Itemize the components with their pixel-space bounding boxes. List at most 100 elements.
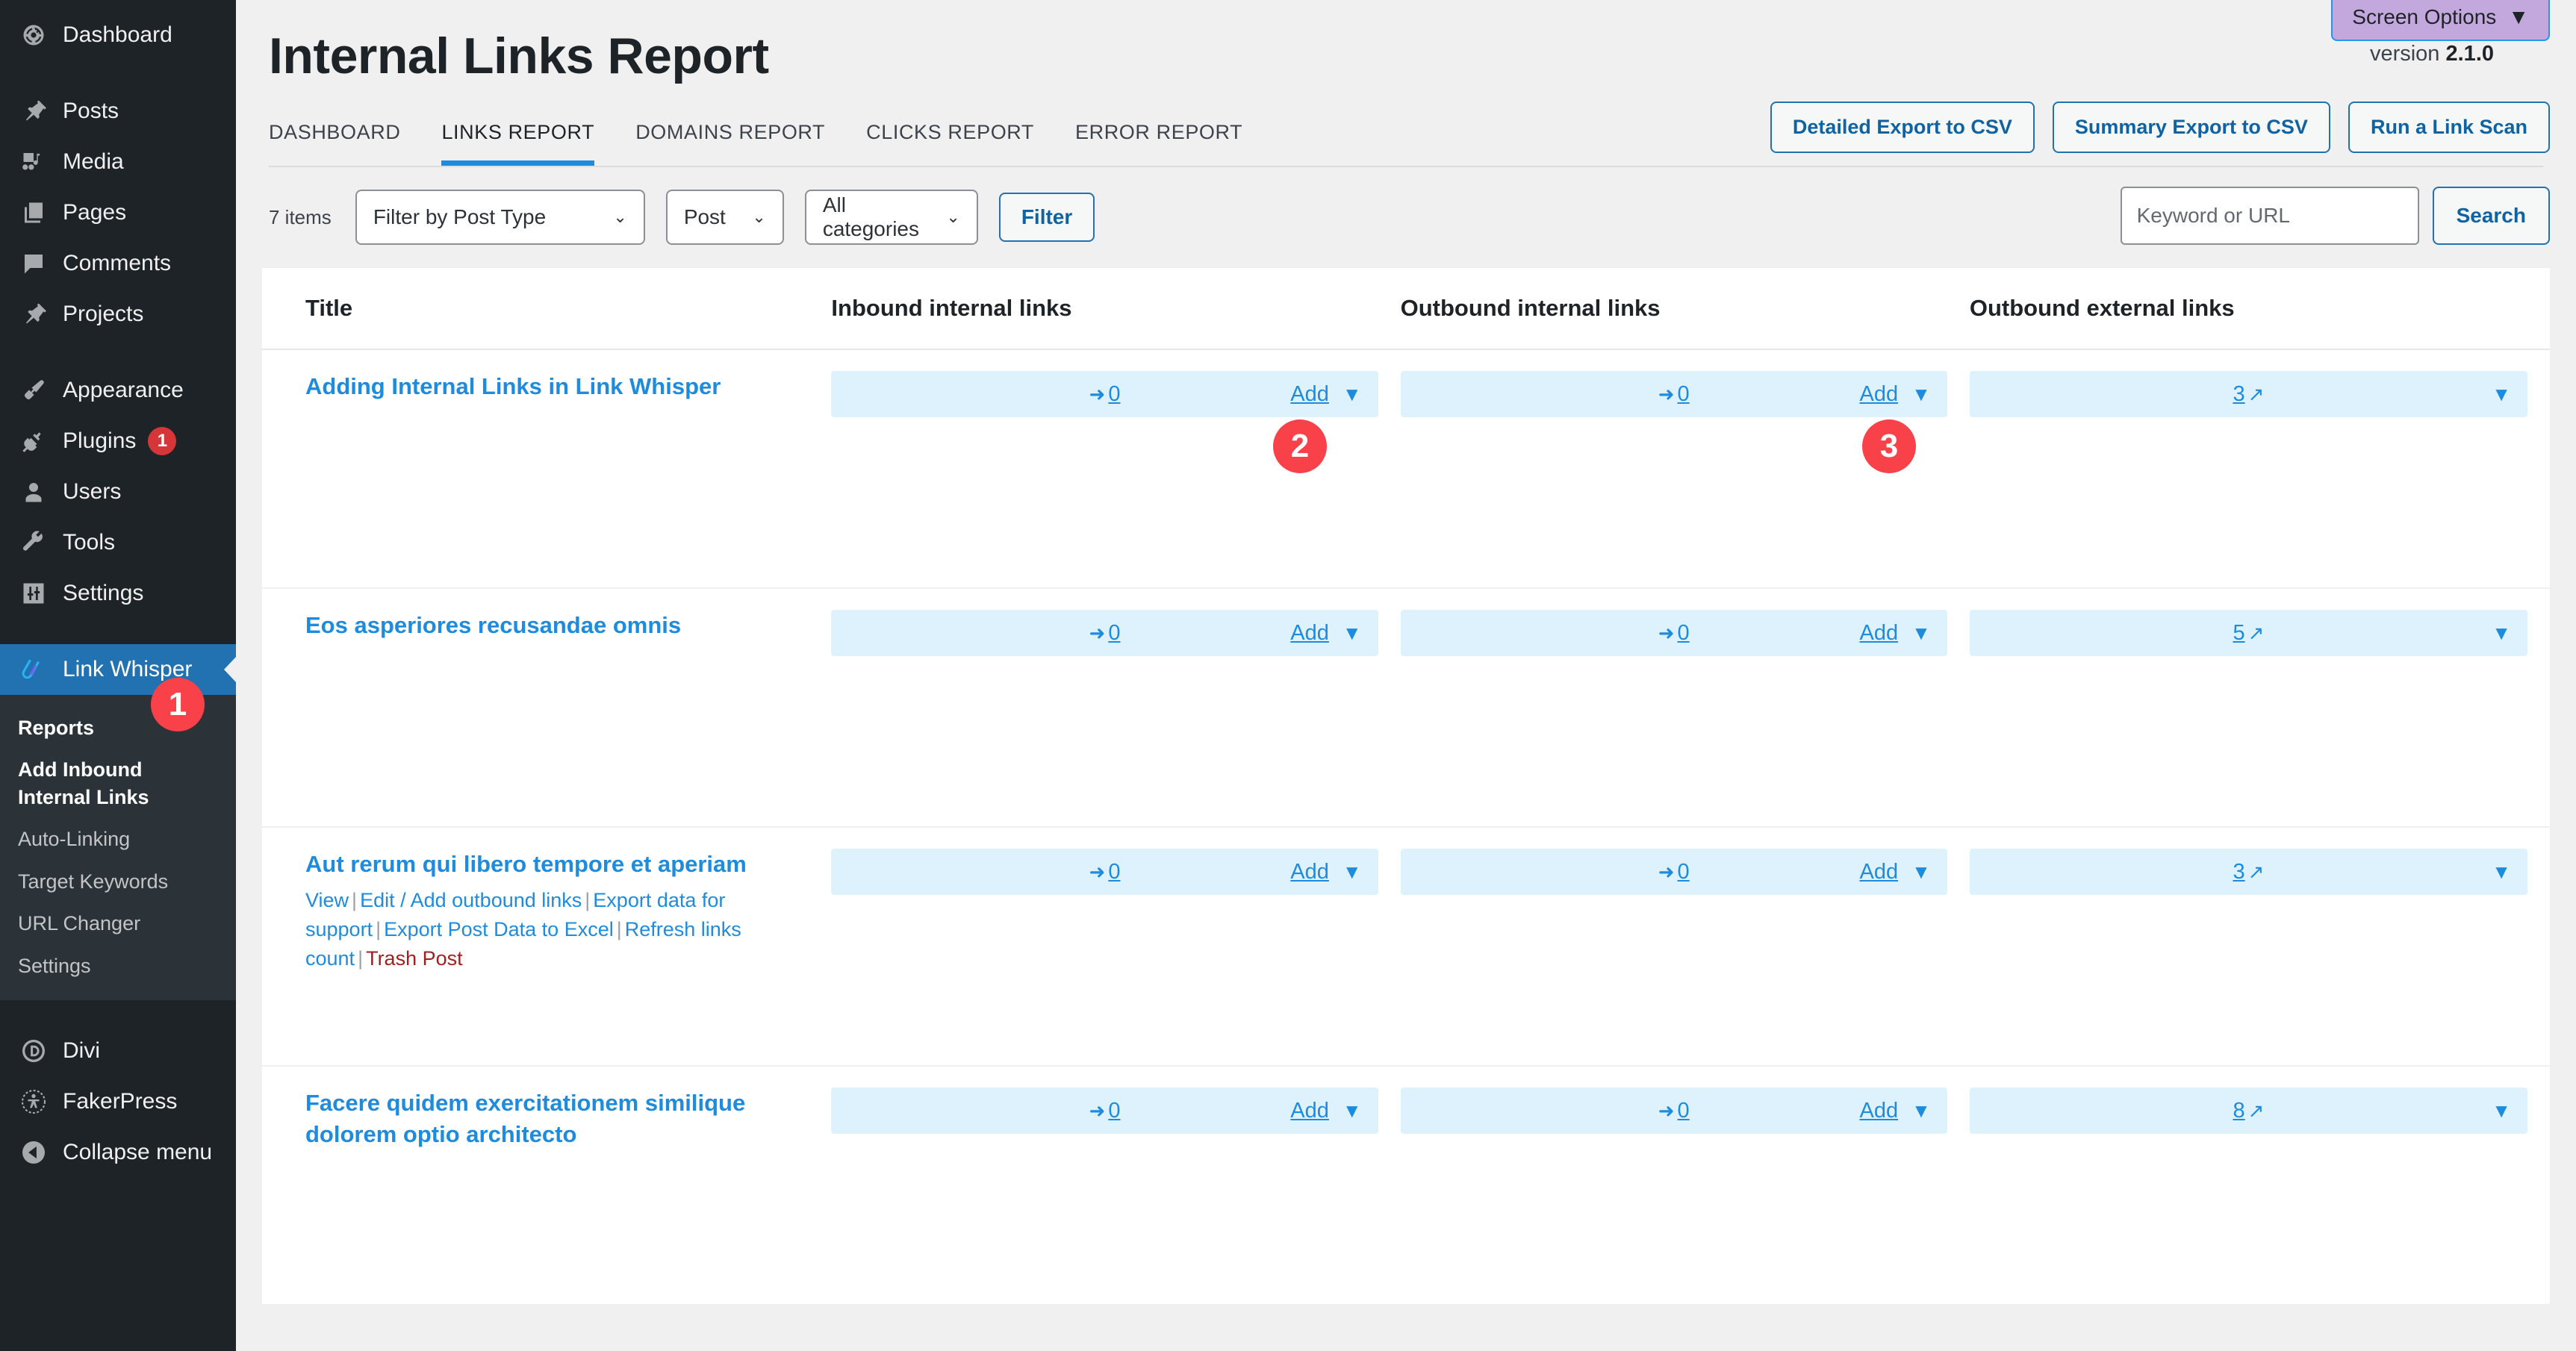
search-button[interactable]: Search bbox=[2432, 187, 2550, 245]
sidebar-item-label: Pages bbox=[63, 200, 127, 225]
sidebar-item-settings[interactable]: Settings bbox=[0, 568, 236, 619]
inbound-links-box[interactable]: ➜ 0 Add ▼ bbox=[831, 1088, 1378, 1134]
external-count-link[interactable]: 5 ↗ bbox=[1970, 610, 2527, 656]
tab-links-report[interactable]: Links Report bbox=[441, 121, 595, 166]
tab-clicks-report[interactable]: Clicks Report bbox=[866, 121, 1034, 166]
outbound-arrow-icon: ➜ bbox=[1658, 621, 1675, 644]
filter-button[interactable]: Filter bbox=[998, 193, 1095, 242]
inbound-links-cell: ➜ 0 Add ▼ bbox=[831, 1088, 1400, 1134]
inbound-links-box[interactable]: ➜ 0 Add ▼ bbox=[831, 849, 1378, 895]
sidebar-item-comments[interactable]: Comments bbox=[0, 238, 236, 289]
inbound-links-box[interactable]: ➜ 0 Add ▼ bbox=[831, 610, 1378, 656]
external-links-box[interactable]: 5 ↗ ▼ bbox=[1969, 610, 2527, 656]
column-header-outbound-internal-links[interactable]: Outbound internal links bbox=[1401, 295, 1970, 322]
sidebar-item-link-whisper[interactable]: Link Whisper bbox=[0, 644, 237, 695]
chevron-down-icon[interactable]: ▼ bbox=[2492, 862, 2511, 882]
add-outbound-link-button[interactable]: Add bbox=[1859, 382, 1898, 407]
sidebar-item-dashboard[interactable]: Dashboard bbox=[0, 10, 236, 60]
outbound-actions: Add ▼ bbox=[1859, 1099, 1930, 1123]
post-title-link[interactable]: Facere quidem exercitationem similique d… bbox=[305, 1088, 809, 1150]
outbound-links-box[interactable]: ➜ 0 Add ▼ bbox=[1400, 610, 1947, 656]
sidebar-item-users[interactable]: Users bbox=[0, 467, 236, 517]
external-count-link[interactable]: 8 ↗ bbox=[1970, 1088, 2527, 1134]
column-header-outbound-external-links[interactable]: Outbound external links bbox=[1970, 295, 2550, 322]
row-action-links: View | Edit / Add outbound links | Export da… bbox=[305, 886, 809, 973]
sidebar-item-posts[interactable]: Posts bbox=[0, 86, 236, 137]
sidebar-item-appearance[interactable]: Appearance bbox=[0, 365, 236, 416]
external-links-box[interactable]: 3 ↗ ▼ bbox=[1969, 371, 2527, 417]
post-type-select[interactable]: Filter by Post Type ⌄ bbox=[355, 190, 645, 245]
tab-domains-report[interactable]: Domains Report bbox=[635, 121, 825, 166]
detailed-export-to-csv-button[interactable]: Detailed Export to CSV bbox=[1770, 102, 2035, 153]
chevron-down-icon[interactable]: ▼ bbox=[1911, 862, 1931, 882]
search-input[interactable]: Keyword or URL bbox=[2120, 187, 2419, 245]
category-select[interactable]: All categories ⌄ bbox=[804, 190, 978, 245]
sidebar-item-label: Plugins bbox=[63, 428, 137, 453]
column-header-inbound-internal-links[interactable]: Inbound internal links bbox=[831, 295, 1400, 322]
tab-dashboard[interactable]: Dashboard bbox=[269, 121, 400, 166]
table-row: Facere quidem exercitationem similique d… bbox=[262, 1067, 2550, 1305]
page-title: Internal Links Report bbox=[269, 28, 769, 84]
post-title-link[interactable]: Adding Internal Links in Link Whisper bbox=[305, 371, 809, 402]
chevron-down-icon[interactable]: ▼ bbox=[1343, 1101, 1362, 1120]
inbound-links-box[interactable]: ➜ 0 Add ▼ bbox=[831, 371, 1378, 417]
outbound-links-box[interactable]: ➜ 0 Add ▼ bbox=[1400, 1088, 1947, 1134]
row-action-trash-post[interactable]: Trash Post bbox=[366, 947, 463, 970]
chevron-down-icon[interactable]: ▼ bbox=[1343, 384, 1362, 404]
submenu-item-url-changer[interactable]: URL Changer bbox=[0, 902, 236, 944]
sidebar-item-projects[interactable]: Projects bbox=[0, 289, 236, 340]
chevron-down-icon[interactable]: ▼ bbox=[2492, 384, 2511, 404]
row-action-export-post-data-to-excel[interactable]: Export Post Data to Excel bbox=[384, 918, 614, 940]
run-a-link-scan-button[interactable]: Run a Link Scan bbox=[2348, 102, 2550, 153]
sidebar-item-divi[interactable]: Divi bbox=[0, 1026, 236, 1076]
external-links-box[interactable]: 8 ↗ ▼ bbox=[1969, 1088, 2527, 1134]
inbound-actions: Add ▼ bbox=[1290, 382, 1361, 407]
post-select[interactable]: Post ⌄ bbox=[665, 190, 784, 245]
sidebar-item-plugins[interactable]: Plugins 1 bbox=[0, 416, 236, 467]
version-number: 2.1.0 bbox=[2445, 42, 2495, 66]
add-inbound-link-button[interactable]: Add bbox=[1290, 860, 1329, 884]
submenu-item-auto-linking[interactable]: Auto-Linking bbox=[0, 818, 236, 860]
submenu-item-settings[interactable]: Settings bbox=[0, 945, 236, 987]
callout-badge-1: 1 bbox=[151, 678, 205, 731]
outbound-links-box[interactable]: ➜ 0 Add ▼ bbox=[1400, 849, 1947, 895]
sidebar-item-media[interactable]: Media bbox=[0, 137, 236, 187]
tab-error-report[interactable]: Error Report bbox=[1075, 121, 1242, 166]
submenu-item-target-keywords[interactable]: Target Keywords bbox=[0, 861, 236, 902]
post-title-link[interactable]: Eos asperiores recusandae omnis bbox=[305, 610, 809, 641]
chevron-down-icon[interactable]: ▼ bbox=[1911, 1101, 1931, 1120]
row-title-cell: Adding Internal Links in Link Whisper bbox=[262, 371, 831, 402]
summary-export-to-csv-button[interactable]: Summary Export to CSV bbox=[2052, 102, 2330, 153]
sidebar-item-tools[interactable]: Tools bbox=[0, 517, 236, 568]
chevron-down-icon[interactable]: ▼ bbox=[1343, 623, 1362, 643]
chevron-down-icon[interactable]: ▼ bbox=[2492, 1101, 2511, 1120]
add-inbound-link-button[interactable]: Add bbox=[1290, 1099, 1329, 1123]
external-actions: ▼ bbox=[2492, 1101, 2511, 1120]
external-links-box[interactable]: 3 ↗ ▼ bbox=[1969, 849, 2527, 895]
chevron-down-icon[interactable]: ▼ bbox=[1343, 862, 1362, 882]
add-outbound-link-button[interactable]: Add bbox=[1859, 1099, 1898, 1123]
row-action-view[interactable]: View bbox=[305, 889, 349, 911]
column-header-title[interactable]: Title bbox=[262, 295, 831, 322]
add-inbound-link-button[interactable]: Add bbox=[1290, 621, 1329, 646]
chevron-down-icon[interactable]: ▼ bbox=[2492, 623, 2511, 643]
sidebar-item-fakerpress[interactable]: FakerPress bbox=[0, 1076, 236, 1127]
add-inbound-link-button[interactable]: Add bbox=[1290, 382, 1329, 407]
chevron-down-icon[interactable]: ▼ bbox=[1911, 623, 1931, 643]
sidebar-item-collapse-menu[interactable]: Collapse menu bbox=[0, 1127, 236, 1178]
outbound-arrow-icon: ➜ bbox=[1658, 860, 1675, 883]
outbound-count: 0 bbox=[1677, 859, 1690, 884]
row-action-edit-add-outbound-links[interactable]: Edit / Add outbound links bbox=[360, 889, 582, 911]
screen-options-button[interactable]: Screen Options ▼ bbox=[2331, 0, 2550, 41]
sidebar-item-pages[interactable]: Pages bbox=[0, 187, 236, 238]
add-outbound-link-button[interactable]: Add bbox=[1859, 621, 1898, 646]
external-count-link[interactable]: 3 ↗ bbox=[1970, 849, 2527, 895]
add-outbound-link-button[interactable]: Add bbox=[1859, 860, 1898, 884]
outbound-links-box[interactable]: ➜ 0 Add ▼ bbox=[1400, 371, 1947, 417]
chevron-down-icon[interactable]: ▼ bbox=[1911, 384, 1931, 404]
submenu-item-add-inbound-internal-links[interactable]: Add Inbound Internal Links bbox=[0, 749, 236, 818]
post-title-link[interactable]: Aut rerum qui libero tempore et aperiam bbox=[305, 849, 809, 880]
external-count-link[interactable]: 3 ↗ bbox=[1970, 371, 2527, 417]
